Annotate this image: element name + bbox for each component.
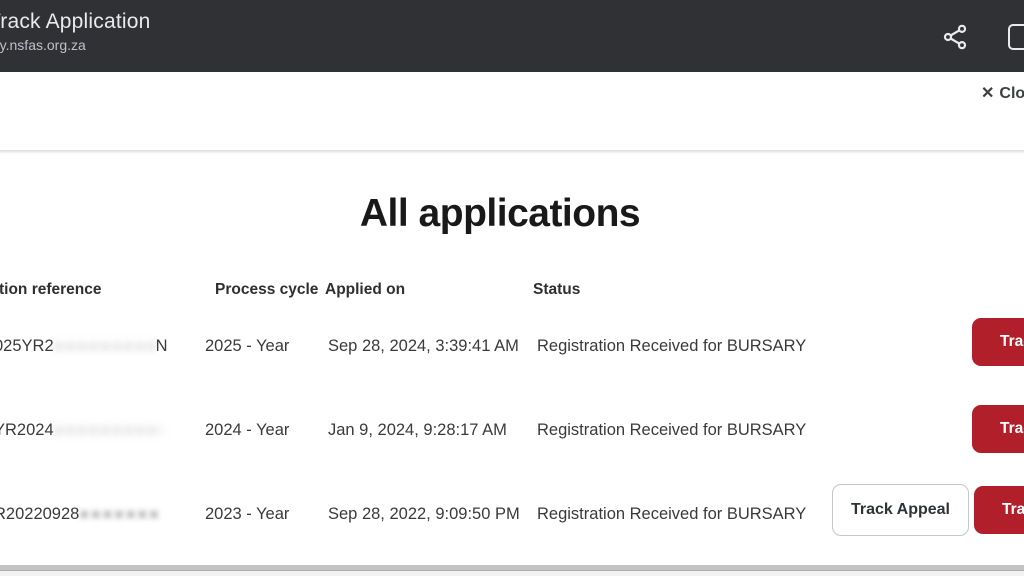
table-header-row: Application reference Process cycle Appl… xyxy=(0,281,1024,301)
applied-on: Jan 9, 2024, 9:28:17 AM xyxy=(328,421,507,440)
col-header-applied-on: Applied on xyxy=(325,281,405,299)
content-card-top-edge xyxy=(0,150,1024,154)
process-cycle: 2023 - Year xyxy=(205,505,289,524)
col-header-status: Status xyxy=(533,281,580,299)
share-icon[interactable] xyxy=(941,23,969,51)
redacted-reference-fragment: ×××××××××× xyxy=(54,422,162,440)
application-reference: YR2024×××××××××× xyxy=(0,421,162,440)
status-text: Registration Received for BURSARY xyxy=(537,421,806,440)
close-label: Close xyxy=(999,85,1024,102)
close-button[interactable]: ✕ Close xyxy=(981,83,1024,103)
applied-on: Sep 28, 2022, 9:09:50 PM xyxy=(328,505,520,524)
table-row: YR2024×××××××××× 2024 - Year Jan 9, 2024… xyxy=(0,400,1024,468)
redacted-reference-fragment: ×××××××× xyxy=(79,506,159,524)
application-reference: 025YR2××××××××××N xyxy=(0,337,168,356)
process-cycle: 2025 - Year xyxy=(205,337,289,356)
all-applications-heading: All applications xyxy=(0,192,1012,236)
page-title: Track Application xyxy=(0,10,151,34)
track-button[interactable]: Track xyxy=(972,405,1024,453)
open-in-browser-icon[interactable] xyxy=(1008,24,1024,50)
status-text: Registration Received for BURSARY xyxy=(537,337,806,356)
track-button[interactable]: Track xyxy=(972,318,1024,366)
status-text: Registration Received for BURSARY xyxy=(537,505,806,524)
browser-header: Track Application my.nsfas.org.za xyxy=(0,0,1024,72)
table-row: R20220928×××××××× 2023 - Year Sep 28, 20… xyxy=(0,484,1024,552)
col-header-application-reference: Application reference xyxy=(0,281,102,299)
application-reference: R20220928×××××××× xyxy=(0,505,159,524)
page-url: my.nsfas.org.za xyxy=(0,37,151,53)
track-button[interactable]: Track xyxy=(974,486,1024,534)
close-icon: ✕ xyxy=(981,85,994,102)
applied-on: Sep 28, 2024, 3:39:41 AM xyxy=(328,337,519,356)
redacted-reference-fragment: ×××××××××× xyxy=(54,338,156,356)
track-application-screen: { "browser_header": { "title": "Track Ap… xyxy=(0,0,1024,576)
track-appeal-button[interactable]: Track Appeal xyxy=(832,484,969,536)
process-cycle: 2024 - Year xyxy=(205,421,289,440)
horizontal-scrollbar-track xyxy=(0,565,1024,576)
table-row: 025YR2××××××××××N 2025 - Year Sep 28, 20… xyxy=(0,316,1024,384)
col-header-process-cycle: Process cycle xyxy=(215,281,318,299)
browser-titles: Track Application my.nsfas.org.za xyxy=(0,10,151,53)
horizontal-scrollbar-thumb[interactable] xyxy=(0,565,1024,571)
